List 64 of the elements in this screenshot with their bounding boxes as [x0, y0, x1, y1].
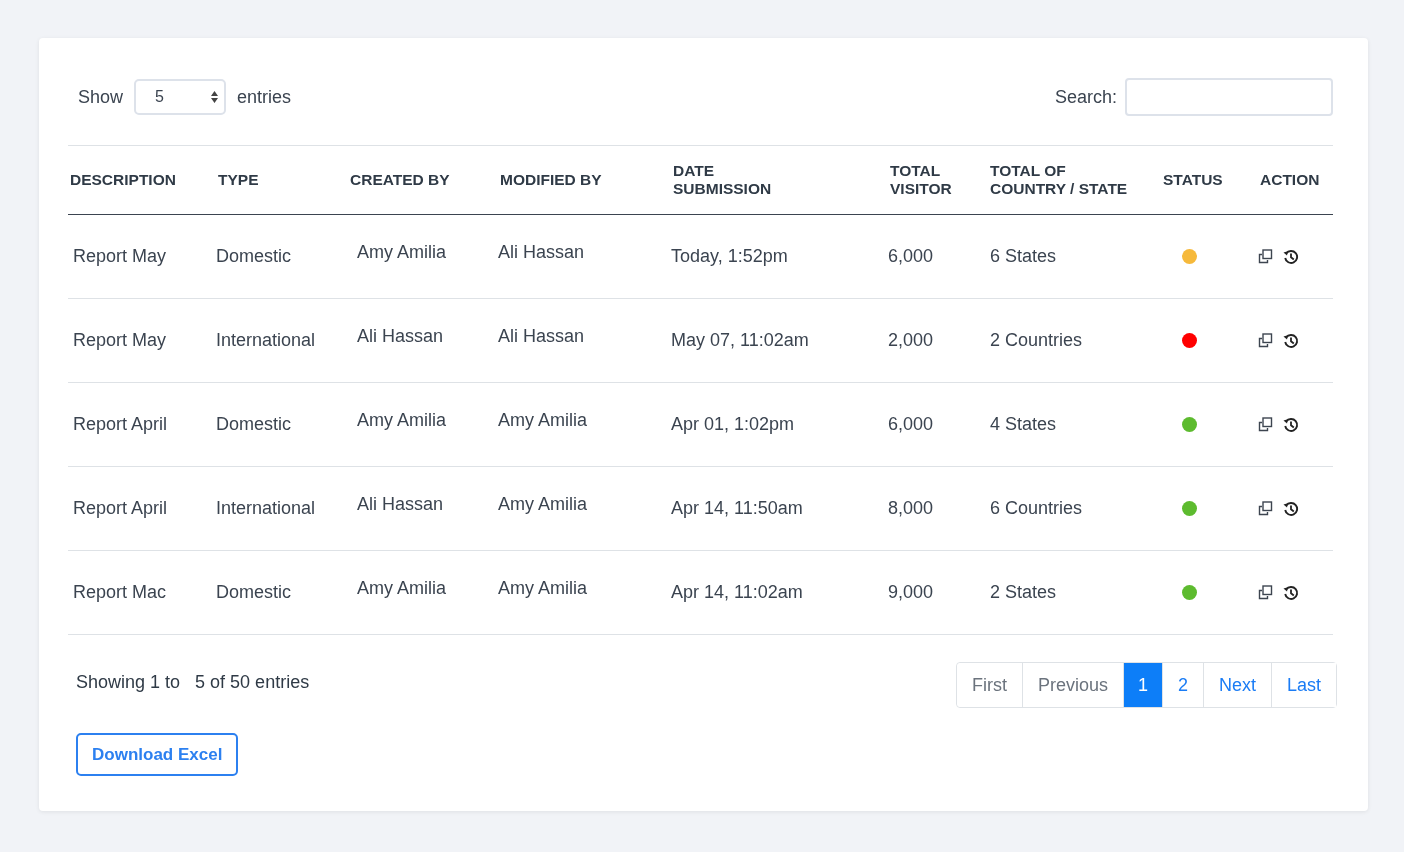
search-label: Search: — [1054, 86, 1117, 108]
entries-select[interactable]: 5 — [134, 79, 227, 115]
visitor-count-cell: 6,000 — [888, 246, 934, 266]
page-button[interactable]: Last — [1270, 663, 1336, 707]
column-header: TYPE — [218, 171, 259, 189]
history-icon[interactable] — [1283, 500, 1299, 517]
history-icon[interactable] — [1283, 332, 1299, 349]
column-header: DATE SUBMISSION — [673, 162, 773, 198]
column-header: TOTAL OF COUNTRY / STATE — [990, 162, 1129, 198]
type-cell: International — [216, 498, 316, 518]
coverage-cell: 4 States — [990, 414, 1057, 434]
type-cell: Domestic — [216, 414, 291, 434]
column-header: MODIFIED BY — [500, 171, 602, 189]
visitor-count-cell: 9,000 — [888, 582, 934, 602]
copy-icon[interactable] — [1258, 417, 1273, 432]
copy-icon[interactable] — [1258, 333, 1273, 348]
description-cell: Report May — [73, 330, 167, 350]
column-header: STATUS — [1163, 171, 1223, 189]
created-by-cell: Amy Amilia — [357, 242, 446, 262]
created-by-cell: Amy Amilia — [357, 578, 446, 598]
coverage-cell: 2 Countries — [990, 330, 1083, 350]
modified-by-cell: Amy Amilia — [498, 494, 587, 514]
created-by-cell: Amy Amilia — [357, 410, 446, 430]
copy-icon[interactable] — [1258, 501, 1273, 516]
entries-label: entries — [237, 86, 292, 108]
created-by-cell: Ali Hassan — [357, 494, 444, 514]
date-cell: May 07, 11:02am — [671, 330, 809, 350]
type-cell: International — [216, 330, 316, 350]
description-cell: Report May — [73, 246, 167, 266]
page-button[interactable]: 1 — [1122, 663, 1162, 707]
modified-by-cell: Amy Amilia — [498, 410, 587, 430]
type-cell: Domestic — [216, 246, 291, 266]
date-cell: Apr 14, 11:50am — [671, 498, 803, 518]
history-icon[interactable] — [1283, 584, 1299, 601]
coverage-cell: 2 States — [990, 582, 1057, 602]
visitor-count-cell: 2,000 — [888, 330, 934, 350]
description-cell: Report Mac — [73, 582, 167, 602]
column-header: ACTION — [1260, 171, 1320, 189]
modified-by-cell: Ali Hassan — [498, 242, 585, 262]
search-field[interactable] — [1125, 78, 1333, 116]
modified-by-cell: Amy Amilia — [498, 578, 587, 598]
column-header: TOTAL VISITOR — [890, 162, 953, 198]
sort-arrows-icon — [211, 91, 219, 103]
date-cell: Today, 1:52pm — [671, 246, 788, 266]
created-by-cell: Ali Hassan — [357, 326, 444, 346]
modified-by-cell: Ali Hassan — [498, 326, 585, 346]
type-cell: Domestic — [216, 582, 291, 602]
entries-info: Showing 1 to 5 of 50 entries — [76, 671, 310, 694]
show-label: Show — [78, 86, 124, 108]
date-cell: Apr 14, 11:02am — [671, 582, 803, 602]
copy-icon[interactable] — [1258, 585, 1273, 600]
history-icon[interactable] — [1283, 248, 1299, 265]
history-icon[interactable] — [1283, 416, 1299, 433]
coverage-cell: 6 States — [990, 246, 1057, 266]
description-cell: Report April — [73, 498, 168, 518]
visitor-count-cell: 6,000 — [888, 414, 934, 434]
download-excel-button[interactable]: Download Excel — [76, 733, 239, 776]
coverage-cell: 6 Countries — [990, 498, 1083, 518]
copy-icon[interactable] — [1258, 249, 1273, 264]
date-cell: Apr 01, 1:02pm — [671, 414, 795, 434]
description-cell: Report April — [73, 414, 168, 434]
column-header: DESCRIPTION — [70, 171, 176, 189]
visitor-count-cell: 8,000 — [888, 498, 934, 518]
column-header: CREATED BY — [350, 171, 450, 189]
